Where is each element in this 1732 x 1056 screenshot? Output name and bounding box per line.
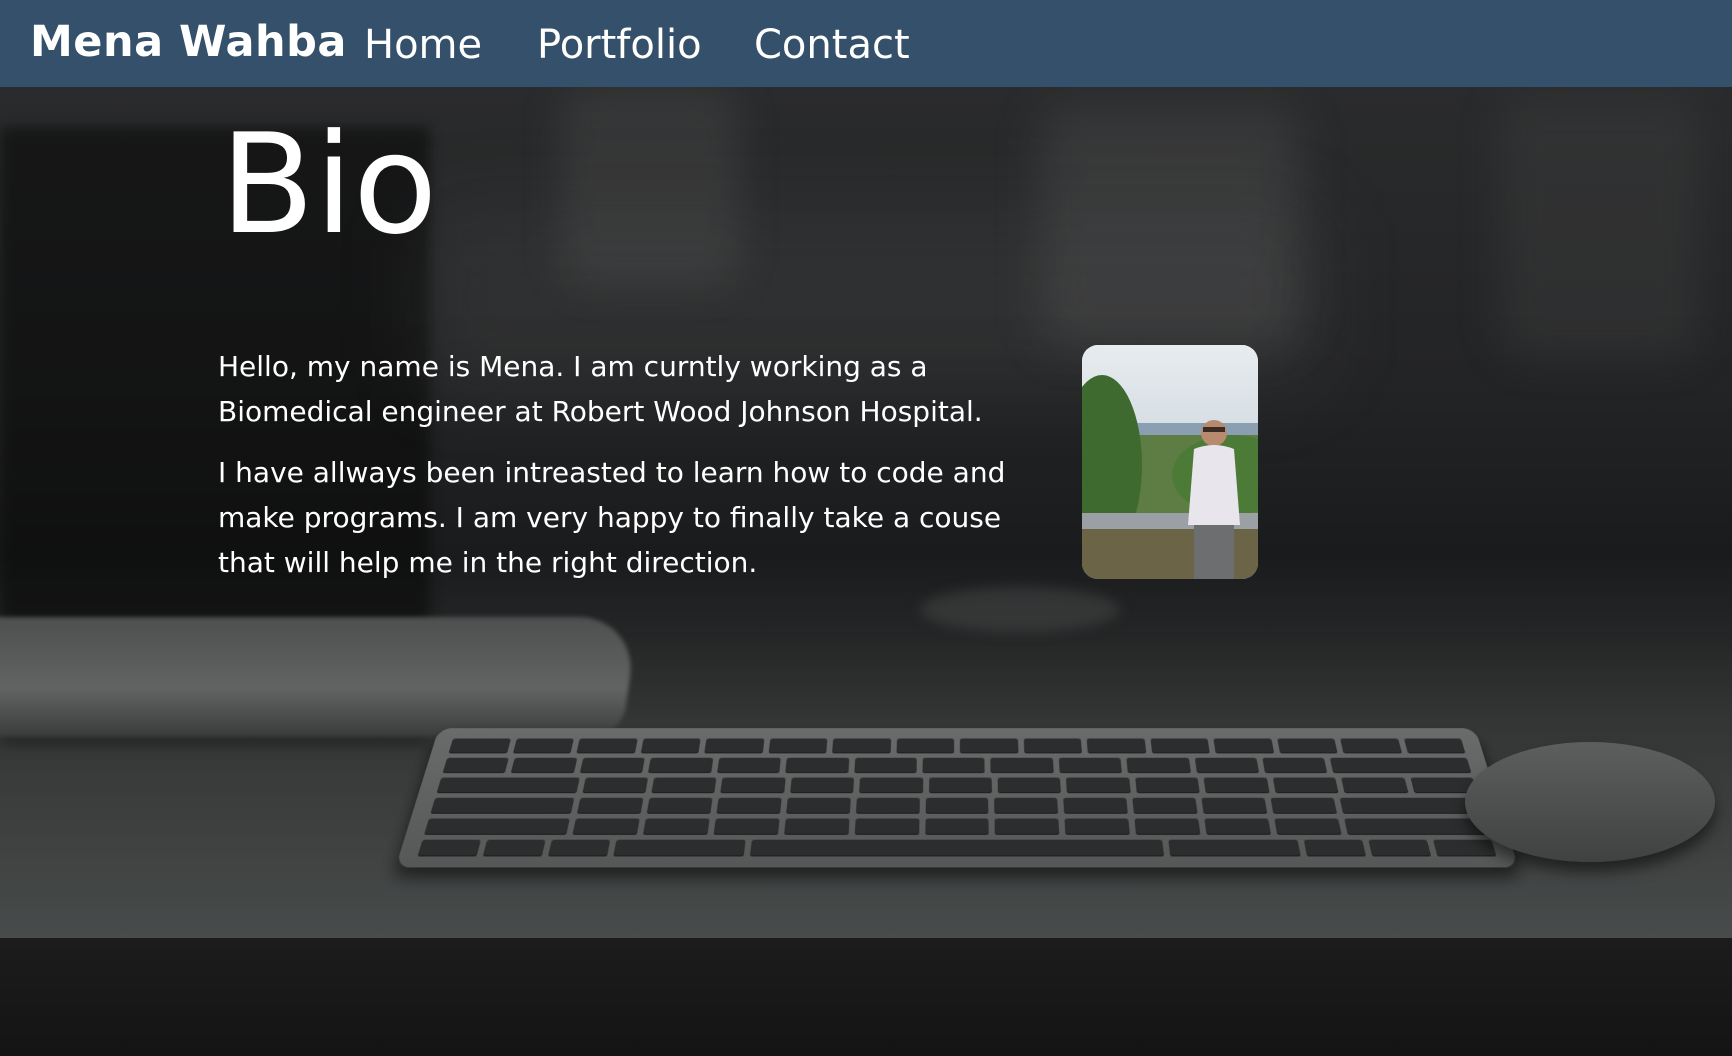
- background-mouse: [1465, 742, 1715, 862]
- top-navbar: Mena Wahba Home Portfolio Contact: [0, 0, 1732, 87]
- background-laptop: [0, 617, 639, 737]
- background-keyboard: [395, 728, 1519, 868]
- bio-text-block: Hello, my name is Mena. I am curntly wor…: [218, 344, 1058, 601]
- page-title: Bio: [220, 104, 438, 265]
- nav-link-contact[interactable]: Contact: [754, 18, 910, 72]
- background-light-shape: [1500, 97, 1700, 357]
- bio-paragraph-2: I have allways been intreasted to learn …: [218, 456, 1006, 579]
- nav-link-home[interactable]: Home: [364, 18, 482, 72]
- profile-photo: [1082, 345, 1258, 579]
- bio-paragraph-1: Hello, my name is Mena. I am curntly wor…: [218, 350, 983, 428]
- brand-link[interactable]: Mena Wahba: [30, 14, 347, 70]
- nav-link-portfolio[interactable]: Portfolio: [537, 18, 702, 72]
- page-bottom-section: [0, 938, 1732, 1056]
